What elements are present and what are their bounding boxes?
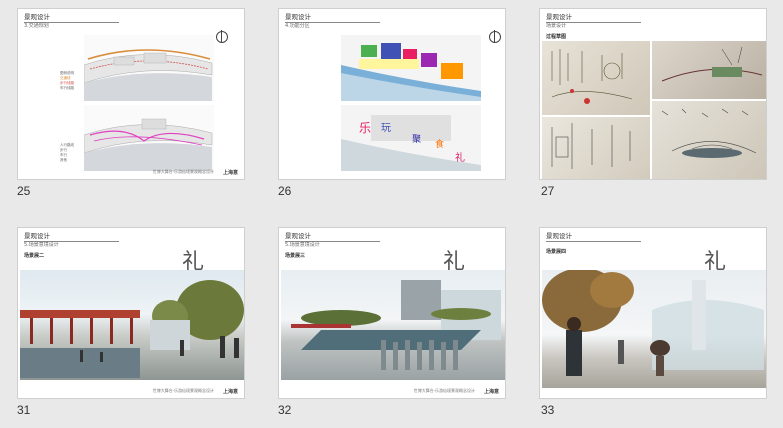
slide-thumbnail-31[interactable]: 景观设计 5.场景意境设计 场景展二 礼 世博大舞台·乐游仙境景观概念设计 上海…	[17, 227, 245, 399]
slide-header: 景观设计 5.场景意境设计	[285, 233, 380, 249]
traffic-plan-map-lower	[84, 105, 214, 171]
zone-label-ju: 聚	[412, 135, 422, 145]
slide-thumbnail-32[interactable]: 景观设计 5.场景意境设计 场景展三 礼 世博大舞台·乐游仙境景观概念设计 上海…	[278, 227, 506, 399]
section-title: 场景展四	[546, 249, 567, 255]
brand-logo: 上海意	[222, 170, 238, 176]
slide-number: 31	[17, 403, 31, 417]
slide-header: 景观设计	[546, 233, 641, 242]
brand-logo: 上海意	[483, 389, 499, 395]
north-arrow-icon	[216, 30, 228, 43]
sketch-image-4	[652, 101, 766, 179]
slide-footer: 世博大舞台·乐游仙境景观概念设计	[152, 169, 214, 174]
slide-number: 26	[278, 184, 292, 198]
slide-number: 33	[541, 403, 555, 417]
slide-footer: 世博大舞台·乐游仙境景观概念设计	[413, 388, 475, 393]
sketch-image-2	[652, 41, 766, 99]
zone-label-shi: 食	[435, 140, 445, 150]
slide-thumbnail-27[interactable]: 景观设计 场景设计 过程草图	[539, 8, 767, 180]
north-arrow-icon	[489, 30, 501, 43]
slide-thumbnail-33[interactable]: 景观设计 场景展四 礼	[539, 227, 767, 399]
legend-lower: 人行路线 步行 车行 其他	[60, 143, 74, 162]
section-title: 场景展三	[285, 253, 306, 259]
scene-render-image	[542, 270, 766, 388]
scene-render-image	[20, 270, 244, 380]
sketch-image-3	[542, 117, 650, 179]
zone-label-li: 礼	[455, 153, 465, 164]
slide-number: 25	[17, 184, 31, 198]
slide-number: 32	[278, 403, 292, 417]
slide-thumbnail-25[interactable]: 景观设计 3.交通规划 图例说明 交通线 步行线路 车行线路 人行路线 步行 车行 其他 世…	[17, 8, 245, 180]
scene-render-image	[281, 270, 505, 380]
sketch-image-1	[542, 41, 650, 115]
slide-number: 27	[541, 184, 555, 198]
slide-thumbnail-26[interactable]: 景观设计 4.功能分区 乐 玩 聚 食 礼	[278, 8, 506, 180]
zone-label-le: 乐	[359, 121, 372, 135]
zone-label-wan: 玩	[381, 123, 391, 134]
function-zone-map-color	[341, 35, 481, 101]
slide-footer: 世博大舞台·乐游仙境景观概念设计	[152, 388, 214, 393]
slide-header: 景观设计 场景设计	[546, 14, 641, 30]
slide-header: 景观设计 3.交通规划	[24, 14, 119, 30]
slide-header: 景观设计 5.场景意境设计	[24, 233, 119, 249]
section-title: 过程草图	[546, 34, 567, 40]
legend-upper: 图例说明 交通线 步行线路 车行线路	[60, 71, 74, 90]
traffic-plan-map-upper	[84, 35, 214, 101]
slide-header: 景观设计 4.功能分区	[285, 14, 380, 30]
section-title: 场景展二	[24, 253, 45, 259]
brand-logo: 上海意	[222, 389, 238, 395]
